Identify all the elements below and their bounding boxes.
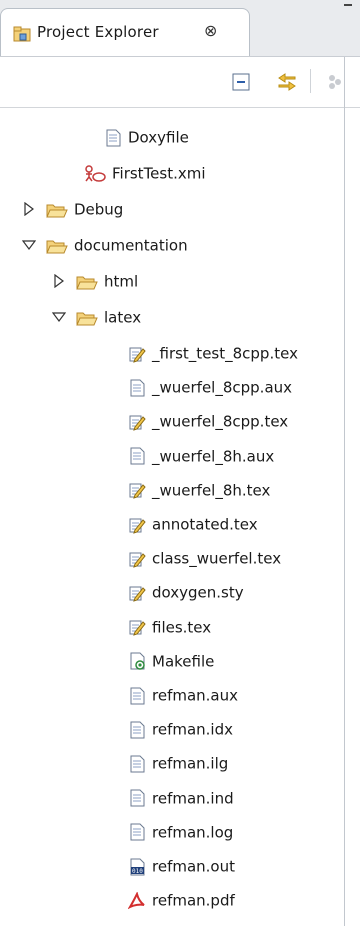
tree-item-debug[interactable]: Debug [46, 192, 123, 226]
text-file-icon [130, 447, 145, 465]
collapse-all-icon[interactable] [229, 70, 253, 94]
folder-open-icon [76, 312, 98, 325]
project-explorer-icon [13, 26, 31, 42]
view-menu-icon[interactable] [322, 70, 346, 94]
tree-item-label: refman.out [152, 857, 235, 876]
tree-item-file[interactable]: _wuerfel_8h.aux [128, 439, 274, 473]
tree-item-label: _wuerfel_8cpp.tex [152, 412, 289, 431]
tree-item-label: _first_test_8cpp.tex [152, 344, 298, 363]
text-file-icon [130, 823, 145, 841]
tree-item-file[interactable]: refman.pdf [128, 883, 235, 917]
tex-edit-icon [129, 586, 146, 602]
tree-item-label: class_wuerfel.tex [152, 549, 282, 568]
text-file-icon [130, 755, 145, 773]
tab-close-icon[interactable]: ⊗ [204, 21, 217, 40]
tree-item-file[interactable]: refman.ind [128, 781, 234, 815]
tree-item-label: doxygen.sty [152, 583, 244, 602]
collapse-triangle-icon[interactable] [52, 310, 66, 324]
tree-item-file[interactable]: annotated.tex [128, 507, 258, 541]
tree-item-label: refman.aux [152, 686, 239, 705]
tex-edit-icon [129, 483, 146, 500]
tree-item-file[interactable]: refman.aux [128, 678, 238, 712]
tree-item-label: _wuerfel_8cpp.aux [152, 378, 293, 397]
tree-item-file[interactable]: _first_test_8cpp.tex [128, 336, 298, 370]
collapse-triangle-icon[interactable] [22, 238, 36, 252]
text-file-icon [130, 789, 145, 807]
tree-item-label: Doxyfile [128, 128, 189, 147]
folder-open-icon [46, 204, 68, 217]
tree-item-label: refman.ilg [152, 754, 229, 773]
toolbar-separator [310, 69, 311, 93]
tree-item-file[interactable]: class_wuerfel.tex [128, 541, 281, 575]
view-menu-edge-icon [342, 0, 354, 56]
tex-edit-icon [129, 518, 146, 534]
tex-edit-icon [129, 347, 146, 363]
text-file-icon [130, 379, 145, 397]
tree-item-firsttest[interactable]: FirstTest.xmi [84, 156, 206, 190]
tree-item-label: annotated.tex [152, 515, 258, 534]
tex-edit-icon [129, 415, 146, 431]
tree-item-file[interactable]: Makefile [128, 644, 214, 678]
tex-edit-icon [129, 552, 146, 568]
tree-item-label: refman.log [152, 823, 234, 842]
project-tree: Doxyfile FirstTest.xmi Debug documentati… [0, 108, 344, 926]
svg-text:010: 010 [132, 868, 143, 875]
tree-item-label: refman.ind [152, 789, 234, 808]
tree-item-label: documentation [74, 236, 188, 255]
tree-item-file[interactable]: files.tex [128, 610, 211, 644]
binary-file-icon: 010 [130, 858, 145, 875]
tree-item-label: FirstTest.xmi [112, 164, 206, 183]
project-explorer-tab[interactable]: Project Explorer ⊗ [0, 8, 250, 56]
tree-item-file[interactable]: refman.log [128, 815, 233, 849]
view-border [344, 57, 345, 926]
tree-item-file[interactable]: refman.ilg [128, 746, 228, 780]
tree-item-label: Makefile [152, 652, 215, 671]
tree-item-file[interactable]: _wuerfel_8h.tex [128, 473, 270, 507]
pdf-file-icon [128, 891, 145, 909]
tree-item-label: files.tex [152, 618, 212, 637]
tree-item-label: html [104, 272, 139, 291]
tree-item-file[interactable]: _wuerfel_8cpp.aux [128, 370, 292, 404]
tree-item-label: refman.idx [152, 720, 233, 739]
view-toolbar [0, 57, 360, 108]
tree-item-label: latex [104, 308, 142, 327]
tex-edit-icon [129, 620, 146, 636]
expand-triangle-icon[interactable] [22, 202, 36, 216]
tree-item-file[interactable]: _wuerfel_8cpp.tex [128, 404, 288, 438]
tree-item-doxyfile[interactable]: Doxyfile [104, 120, 189, 154]
uml-model-icon [85, 164, 106, 182]
text-file-icon [106, 129, 121, 146]
tree-item-label: refman.pdf [152, 891, 235, 910]
tree-item-label: _wuerfel_8h.aux [152, 447, 275, 466]
tree-item-documentation[interactable]: documentation [46, 228, 188, 262]
tree-item-latex[interactable]: latex [76, 300, 141, 334]
tree-item-file[interactable]: doxygen.sty [128, 575, 244, 609]
text-file-icon [130, 687, 145, 704]
expand-triangle-icon[interactable] [52, 274, 66, 288]
text-file-icon [130, 721, 145, 739]
tree-item-file[interactable]: refman.idx [128, 712, 233, 746]
folder-open-icon [46, 240, 68, 253]
folder-open-icon [76, 276, 98, 289]
tab-label: Project Explorer [37, 23, 159, 41]
tree-item-label: Debug [74, 200, 124, 219]
tree-item-html[interactable]: html [76, 264, 138, 298]
link-with-editor-icon[interactable] [275, 70, 299, 94]
tree-item-file[interactable]: 010 refman.out [128, 849, 235, 883]
tree-item-label: _wuerfel_8h.tex [152, 481, 271, 500]
view-tab-bar: Project Explorer ⊗ [0, 0, 360, 57]
makefile-icon [130, 652, 145, 671]
